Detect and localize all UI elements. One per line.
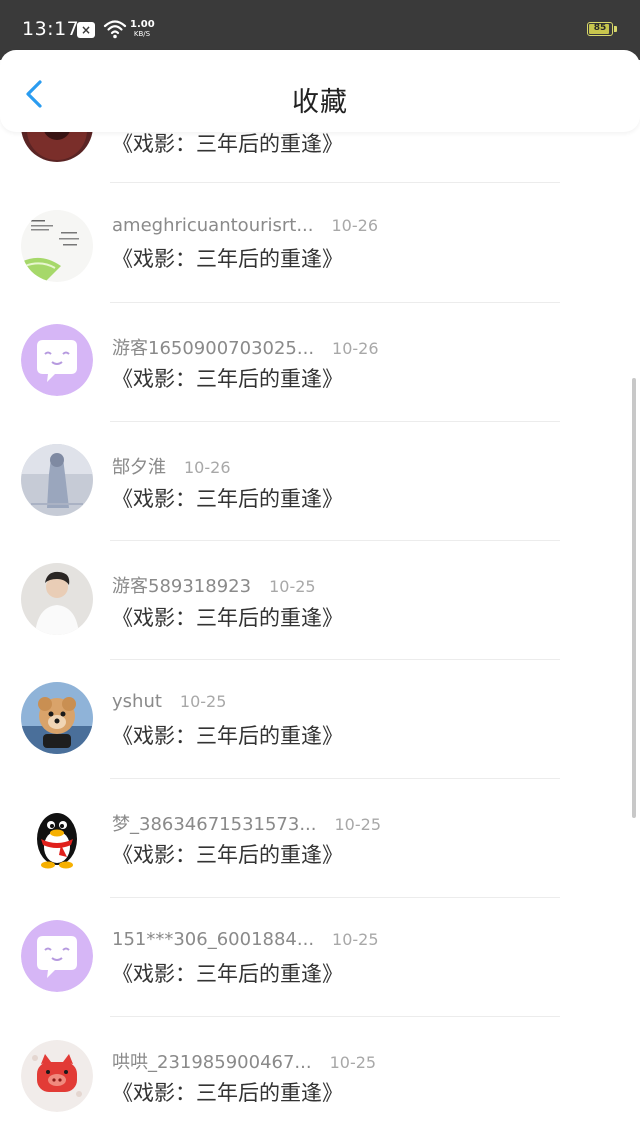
list-item[interactable]: 151***306_6001884... 10-25 《戏影：三年后的重逢》 [0, 910, 640, 1029]
comment-meta: 游客589318923 10-25 [112, 572, 316, 598]
comment-date: 10-25 [179, 692, 227, 711]
divider [110, 421, 560, 422]
divider [110, 659, 560, 660]
comment-text: 《戏影：三年后的重逢》 [112, 1081, 343, 1105]
avatar[interactable] [21, 682, 93, 754]
divider [110, 302, 560, 303]
comment-text: 《戏影：三年后的重逢》 [112, 487, 343, 511]
divider [110, 897, 560, 898]
username[interactable]: 151***306_6001884... [112, 929, 314, 950]
battery-percent: 85 [593, 23, 607, 33]
comment-meta: 哄哄_231985900467... 10-25 [112, 1048, 376, 1074]
username[interactable]: 哄哄_231985900467... [112, 1052, 312, 1073]
list-item[interactable]: 哄哄_231985900467... 10-25 《戏影：三年后的重逢》 [0, 1029, 640, 1148]
comment-date: 10-26 [331, 216, 379, 235]
avatar[interactable] [21, 920, 93, 992]
comment-text: 《戏影：三年后的重逢》 [112, 367, 343, 391]
avatar[interactable] [21, 801, 93, 873]
comment-text: 《戏影：三年后的重逢》 [112, 724, 343, 748]
network-speed: 1.00 KB/S [130, 19, 155, 39]
comment-meta: 游客1650900703025... 10-26 [112, 334, 379, 360]
list-item[interactable]: 游客1650900703025... 10-26 《戏影：三年后的重逢》 [0, 315, 640, 434]
comment-date: 10-25 [334, 815, 382, 834]
header-bar: 收藏 [0, 50, 640, 132]
comment-date: 10-25 [269, 577, 316, 596]
comment-text: 《戏影：三年后的重逢》 [112, 247, 343, 271]
list-item[interactable]: 郜夕淮 10-26 《戏影：三年后的重逢》 [0, 434, 640, 553]
speed-unit: KB/S [133, 30, 151, 38]
avatar[interactable] [21, 210, 93, 282]
divider [110, 540, 560, 541]
username[interactable]: yshut [112, 691, 162, 712]
avatar[interactable] [21, 444, 93, 516]
page-title: 收藏 [292, 87, 348, 118]
speed-value: 1.00 [130, 19, 155, 30]
comment-meta: 梦_38634671531573... 10-25 [112, 810, 381, 836]
comment-text: 《戏影：三年后的重逢》 [112, 843, 343, 867]
x-box-icon: × [77, 22, 95, 38]
avatar[interactable] [21, 563, 93, 635]
comment-meta: ameghricuantourisrt... 10-26 [112, 215, 378, 236]
list-item[interactable]: ameghricuantourisrt... 10-26 《戏影：三年后的重逢》 [0, 196, 640, 315]
comment-date: 10-25 [329, 1053, 377, 1072]
list-item[interactable]: 梦_38634671531573... 10-25 《戏影：三年后的重逢》 [0, 791, 640, 910]
comment-text: 《戏影：三年后的重逢》 [112, 962, 343, 986]
username[interactable]: 梦_38634671531573... [112, 814, 317, 835]
comment-meta: yshut 10-25 [112, 691, 226, 712]
comment-date: 10-26 [184, 458, 231, 477]
username[interactable]: 游客589318923 [112, 576, 251, 597]
divider [110, 778, 560, 779]
divider [110, 1016, 560, 1017]
comment-text: 《戏影：三年后的重逢》 [112, 606, 343, 630]
avatar[interactable] [21, 324, 93, 396]
comment-date: 10-26 [332, 339, 379, 358]
list-item[interactable]: 游客589318923 10-25 《戏影：三年后的重逢》 [0, 553, 640, 672]
comment-meta: 郜夕淮 10-26 [112, 453, 231, 479]
comment-meta: 151***306_6001884... 10-25 [112, 929, 379, 950]
divider [110, 182, 560, 183]
username[interactable]: 游客1650900703025... [112, 338, 314, 359]
comment-text: 《戏影：三年后的重逢》 [112, 132, 343, 156]
list-item[interactable]: yshut 10-25 《戏影：三年后的重逢》 [0, 672, 640, 791]
scrollbar[interactable] [632, 378, 636, 818]
username[interactable]: 郜夕淮 [112, 457, 166, 478]
comment-date: 10-25 [332, 930, 379, 949]
username[interactable]: ameghricuantourisrt... [112, 215, 314, 236]
avatar[interactable] [21, 1040, 93, 1112]
wifi-icon [103, 20, 127, 39]
status-time: 13:17 [22, 18, 80, 40]
battery-icon: 85 [587, 22, 617, 36]
